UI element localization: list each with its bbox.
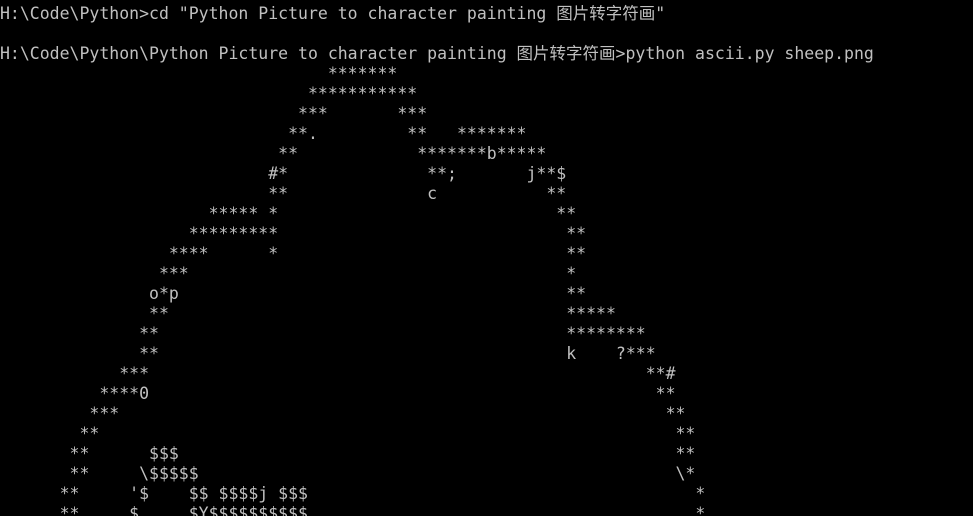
console-line[interactable]: **** * ** xyxy=(0,244,973,264)
console-line[interactable]: ** k ?*** xyxy=(0,344,973,364)
console-line[interactable]: ***** * ** xyxy=(0,204,973,224)
console-line[interactable]: ** ** xyxy=(0,424,973,444)
console-line[interactable]: *********** xyxy=(0,84,973,104)
console-line[interactable]: *** *** xyxy=(0,104,973,124)
console-line[interactable]: #* **; j**$ xyxy=(0,164,973,184)
console-line[interactable]: ****0 ** xyxy=(0,384,973,404)
console-line[interactable]: ** '$ $$ $$$$j $$$ * xyxy=(0,484,973,504)
console-window: H:\Code\Python>cd "Python Picture to cha… xyxy=(0,0,973,516)
console-line[interactable]: ** ******** xyxy=(0,324,973,344)
console-line[interactable]: **. ** ******* xyxy=(0,124,973,144)
console-line[interactable]: ******* xyxy=(0,64,973,84)
console-line[interactable]: ** $ $Y$$$$$$$$$$ * xyxy=(0,504,973,516)
console-line[interactable]: *** **# xyxy=(0,364,973,384)
console-output: H:\Code\Python>cd "Python Picture to cha… xyxy=(0,0,973,516)
console-line[interactable]: ** *******b***** xyxy=(0,144,973,164)
console-line[interactable]: ** $$$ ** xyxy=(0,444,973,464)
console-line[interactable]: ********* ** xyxy=(0,224,973,244)
console-line[interactable]: o*p ** xyxy=(0,284,973,304)
console-line[interactable]: *** * xyxy=(0,264,973,284)
console-line[interactable]: H:\Code\Python\Python Picture to charact… xyxy=(0,44,973,64)
console-line[interactable] xyxy=(0,24,973,44)
console-line[interactable]: *** ** xyxy=(0,404,973,424)
console-line[interactable]: ** \$$$$$ \* xyxy=(0,464,973,484)
console-line[interactable]: H:\Code\Python>cd "Python Picture to cha… xyxy=(0,4,973,24)
console-line[interactable]: ** ***** xyxy=(0,304,973,324)
console-line[interactable]: ** c ** xyxy=(0,184,973,204)
